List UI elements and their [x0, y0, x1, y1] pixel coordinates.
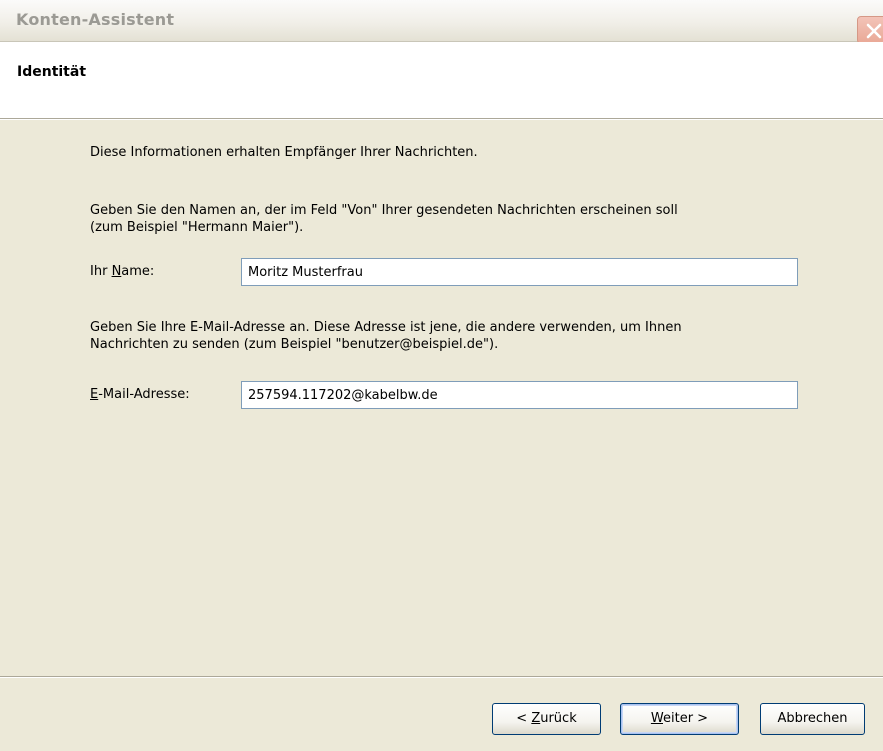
email-label-rest: -Mail-Adresse:: [98, 387, 190, 402]
next-button-accelerator: W: [650, 711, 663, 726]
back-button-rest: urück: [540, 711, 577, 726]
page-title: Identität: [17, 64, 87, 80]
name-help-line-2: (zum Beispiel "Hermann Maier").: [90, 220, 304, 235]
email-input[interactable]: [241, 381, 798, 409]
name-input[interactable]: [241, 258, 798, 286]
name-label-rest: ame:: [121, 264, 155, 279]
footer-divider: [0, 676, 883, 678]
close-button[interactable]: [857, 16, 883, 44]
intro-text: Diese Informationen erhalten Empfänger I…: [90, 145, 478, 160]
header-divider: [0, 119, 883, 120]
back-button[interactable]: < Zurück: [492, 703, 601, 735]
name-label-prefix: Ihr: [90, 264, 112, 279]
wizard-header: Identität: [0, 42, 883, 119]
close-icon: [866, 23, 882, 39]
email-help-line-1: Geben Sie Ihre E-Mail-Adresse an. Diese …: [90, 320, 682, 335]
email-help-line-2: Nachrichten zu senden (zum Beispiel "ben…: [90, 337, 499, 352]
window-title: Konten-Assistent: [16, 10, 175, 29]
back-button-accelerator: Z: [531, 711, 541, 726]
cancel-button[interactable]: Abbrechen: [760, 703, 865, 735]
title-bar[interactable]: Konten-Assistent: [0, 0, 883, 44]
email-label-accelerator: E: [90, 387, 99, 402]
email-label: E-Mail-Adresse:: [90, 387, 190, 402]
back-button-prefix: <: [516, 711, 532, 726]
next-button[interactable]: Weiter >: [620, 703, 739, 735]
next-button-rest: eiter >: [663, 711, 709, 726]
name-label-accelerator: N: [111, 264, 122, 279]
name-help-line-1: Geben Sie den Namen an, der im Feld "Von…: [90, 203, 678, 218]
name-label: Ihr Name:: [90, 264, 154, 279]
